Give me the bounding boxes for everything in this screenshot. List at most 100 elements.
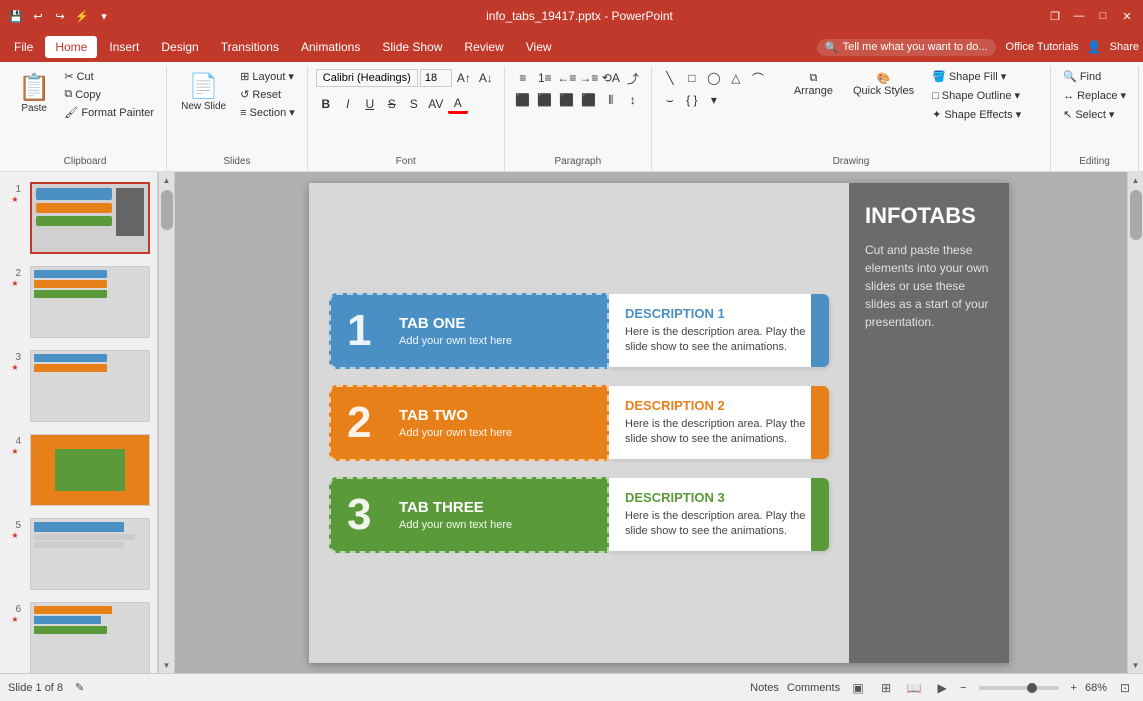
- menu-animations[interactable]: Animations: [291, 36, 370, 58]
- menu-file[interactable]: File: [4, 36, 43, 58]
- increase-font-btn[interactable]: A↑: [454, 68, 474, 88]
- font-group: Calibri (Headings) 18 A↑ A↓ B I U S S AV…: [308, 66, 505, 171]
- office-tutorials-link[interactable]: Office Tutorials: [1006, 41, 1079, 53]
- shape-4[interactable]: △: [726, 68, 746, 88]
- vscroll-down[interactable]: ▼: [1128, 657, 1143, 673]
- replace-button[interactable]: ↔ Replace ▾: [1059, 87, 1130, 104]
- more-shapes[interactable]: ▾: [704, 90, 724, 110]
- strikethrough-button[interactable]: S: [382, 94, 402, 114]
- scroll-down-arrow[interactable]: ▼: [159, 657, 175, 673]
- shape-outline-button[interactable]: □ Shape Outline ▾: [928, 87, 1025, 104]
- layout-button[interactable]: ⊞ Layout ▾: [236, 68, 299, 85]
- menu-transitions[interactable]: Transitions: [211, 36, 289, 58]
- share-button[interactable]: Share: [1110, 41, 1139, 53]
- slideshow-btn[interactable]: ▶: [932, 678, 952, 698]
- zoom-level[interactable]: 68%: [1085, 682, 1107, 694]
- menu-home[interactable]: Home: [45, 36, 97, 58]
- slide-edit-icon[interactable]: ✎: [75, 681, 84, 694]
- shape-fill-button[interactable]: 🪣 Shape Fill ▾: [928, 68, 1025, 85]
- section-button[interactable]: ≡ Section ▾: [236, 104, 299, 121]
- align-left-button[interactable]: ⬛: [513, 90, 533, 110]
- menu-review[interactable]: Review: [454, 36, 513, 58]
- menu-insert[interactable]: Insert: [99, 36, 149, 58]
- slide-thumb-2[interactable]: 2 ★: [4, 264, 153, 340]
- decrease-font-btn[interactable]: A↓: [476, 68, 496, 88]
- quick-styles-button[interactable]: 🎨 Quick Styles: [847, 68, 920, 101]
- justify-button[interactable]: ⬛: [579, 90, 599, 110]
- convert-smartart-button[interactable]: ⤴: [623, 68, 643, 88]
- shape-3[interactable]: ◯: [704, 68, 724, 88]
- italic-button[interactable]: I: [338, 94, 358, 114]
- font-family-selector[interactable]: Calibri (Headings): [316, 69, 418, 87]
- new-slide-button[interactable]: 📄 New Slide: [175, 68, 232, 116]
- underline-button[interactable]: U: [360, 94, 380, 114]
- paste-button[interactable]: 📋 Paste: [12, 68, 56, 118]
- bullets-button[interactable]: ≡: [513, 68, 533, 88]
- shape-6[interactable]: ⌣: [660, 90, 680, 110]
- fit-window-btn[interactable]: ⊡: [1115, 678, 1135, 698]
- slide-thumb-3[interactable]: 3 ★: [4, 348, 153, 424]
- select-button[interactable]: ↖ Select ▾: [1059, 106, 1118, 123]
- scroll-up-arrow[interactable]: ▲: [159, 172, 175, 188]
- text-direction-button[interactable]: ⟲A: [601, 68, 621, 88]
- numbering-button[interactable]: 1≡: [535, 68, 555, 88]
- align-center-button[interactable]: ⬛: [535, 90, 555, 110]
- line-spacing-button[interactable]: ↕: [623, 90, 643, 110]
- zoom-minus[interactable]: −: [960, 682, 966, 694]
- maximize-icon[interactable]: □: [1095, 8, 1111, 24]
- cut-button[interactable]: ✂ Cut: [60, 68, 158, 85]
- shape-effects-button[interactable]: ✦ Shape Effects ▾: [928, 106, 1025, 123]
- tab-item-2[interactable]: 2 TAB TWO Add your own text here DESCRIP…: [329, 385, 829, 461]
- dropdown-icon[interactable]: ▾: [96, 8, 112, 24]
- vscroll-up[interactable]: ▲: [1128, 172, 1143, 188]
- tab-item-1[interactable]: 1 TAB ONE Add your own text here DESCRIP…: [329, 293, 829, 369]
- shape-1[interactable]: ╲: [660, 68, 680, 88]
- restore-icon[interactable]: ❐: [1047, 8, 1063, 24]
- comments-button[interactable]: Comments: [787, 682, 840, 694]
- save-icon[interactable]: 💾: [8, 8, 24, 24]
- zoom-plus[interactable]: +: [1071, 682, 1077, 694]
- layout-arrow: ▾: [288, 70, 294, 83]
- minimize-icon[interactable]: —: [1071, 8, 1087, 24]
- char-spacing-button[interactable]: AV: [426, 94, 446, 114]
- copy-button[interactable]: ⧉ Copy: [60, 86, 158, 103]
- slide-thumb-6[interactable]: 6 ★: [4, 600, 153, 673]
- repair-icon[interactable]: ⚡: [74, 8, 90, 24]
- font-size-input[interactable]: 18: [420, 69, 452, 87]
- reading-view-btn[interactable]: 📖: [904, 678, 924, 698]
- zoom-slider[interactable]: [979, 686, 1059, 690]
- slide-thumb-5[interactable]: 5 ★: [4, 516, 153, 592]
- undo-icon[interactable]: ↩: [30, 8, 46, 24]
- shape-5[interactable]: ⌒: [748, 68, 768, 88]
- format-painter-button[interactable]: 🖌 Format Painter: [60, 104, 158, 121]
- shadow-button[interactable]: S: [404, 94, 424, 114]
- menu-design[interactable]: Design: [151, 36, 208, 58]
- redo-icon[interactable]: ↪: [52, 8, 68, 24]
- shape-7[interactable]: { }: [682, 90, 702, 110]
- align-right-button[interactable]: ⬛: [557, 90, 577, 110]
- arrange-button[interactable]: ⧉ Arrange: [788, 68, 839, 101]
- find-label: Find: [1080, 71, 1101, 83]
- slide-thumb-4[interactable]: 4 ★: [4, 432, 153, 508]
- notes-button[interactable]: Notes: [750, 682, 779, 694]
- bold-button[interactable]: B: [316, 94, 336, 114]
- slide-sorter-btn[interactable]: ⊞: [876, 678, 896, 698]
- slide-thumb-1[interactable]: 1 ★: [4, 180, 153, 256]
- menu-slideshow[interactable]: Slide Show: [372, 36, 452, 58]
- scroll-thumb[interactable]: [161, 190, 173, 230]
- close-icon[interactable]: ✕: [1119, 8, 1135, 24]
- font-color-button[interactable]: A: [448, 94, 468, 114]
- increase-indent-button[interactable]: →≡: [579, 68, 599, 88]
- find-button[interactable]: 🔍 Find: [1059, 68, 1105, 85]
- tab-item-3[interactable]: 3 TAB THREE Add your own text here DESCR…: [329, 477, 829, 553]
- menu-view[interactable]: View: [516, 36, 562, 58]
- normal-view-btn[interactable]: ▣: [848, 678, 868, 698]
- editing-group: 🔍 Find ↔ Replace ▾ ↖ Select ▾ Editing: [1051, 66, 1139, 171]
- zoom-thumb[interactable]: [1027, 683, 1037, 693]
- vscroll-thumb[interactable]: [1130, 190, 1142, 240]
- reset-button[interactable]: ↺ Reset: [236, 86, 299, 103]
- columns-button[interactable]: ⫴: [601, 90, 621, 110]
- decrease-indent-button[interactable]: ←≡: [557, 68, 577, 88]
- search-bar[interactable]: 🔍 Tell me what you want to do...: [817, 39, 996, 56]
- shape-2[interactable]: □: [682, 68, 702, 88]
